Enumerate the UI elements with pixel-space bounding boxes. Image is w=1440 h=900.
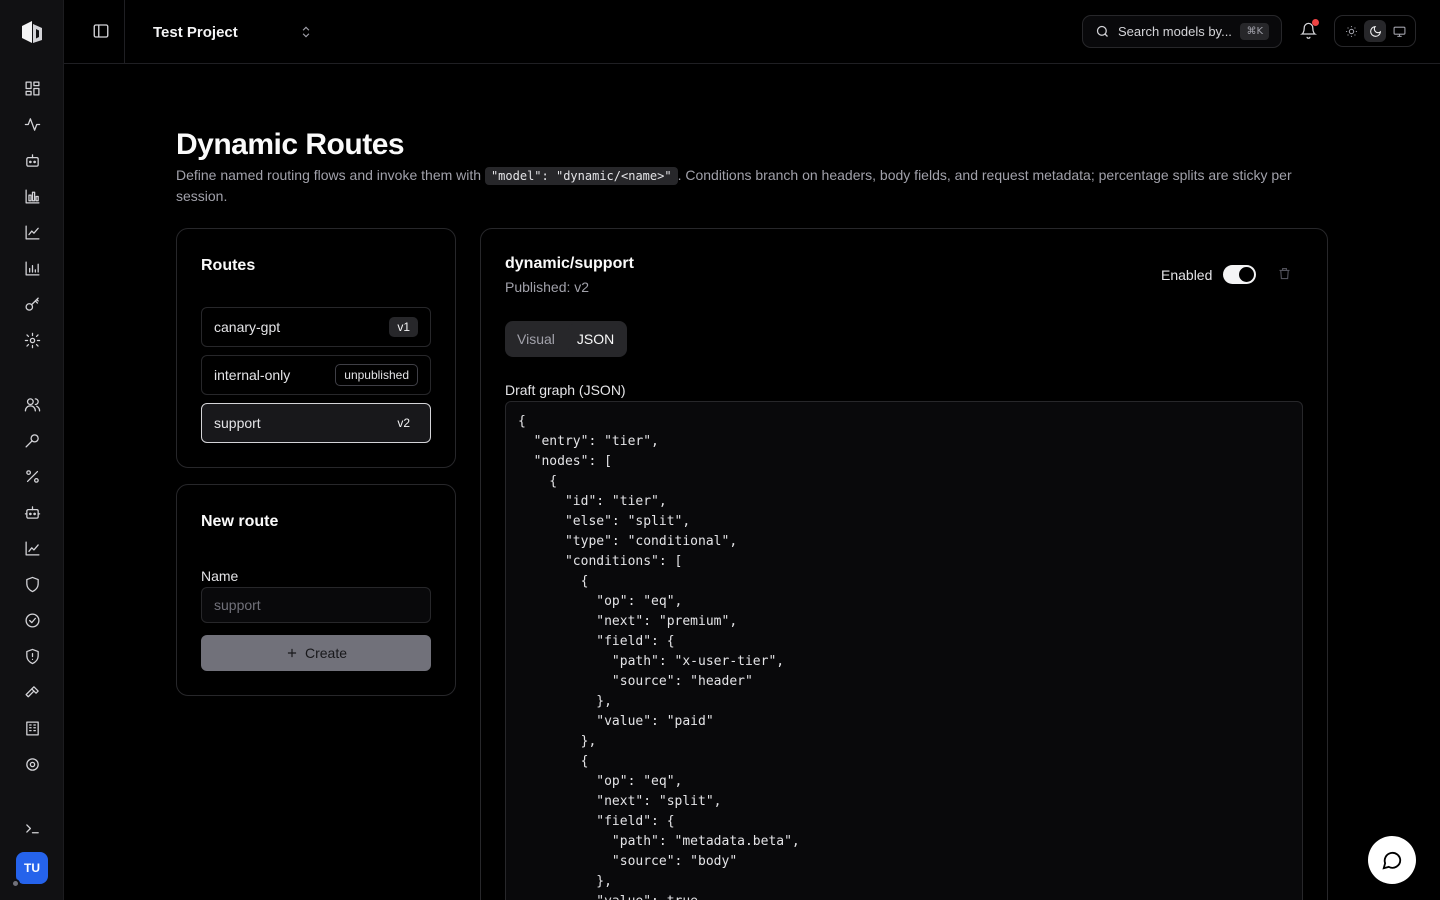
route-status-badge: unpublished <box>335 364 418 386</box>
route-version-badge: v2 <box>397 416 410 430</box>
toggle-knob <box>1239 267 1254 282</box>
topbar-divider <box>124 0 125 64</box>
chat-button[interactable] <box>1368 836 1416 884</box>
plus-icon <box>287 648 297 658</box>
page-title: Dynamic Routes <box>176 128 405 161</box>
hammer-icon[interactable] <box>22 682 42 702</box>
tab-json[interactable]: JSON <box>567 324 624 354</box>
project-switcher[interactable]: Test Project <box>153 20 313 44</box>
sun-icon <box>1345 25 1357 37</box>
route-name: internal-only <box>214 367 291 383</box>
enabled-label: Enabled <box>1161 267 1213 283</box>
building-icon[interactable] <box>22 718 42 738</box>
theme-dark-button[interactable] <box>1364 20 1386 42</box>
routes-card: Routes canary-gpt v1 internal-only unpub… <box>176 228 456 468</box>
tab-visual[interactable]: Visual <box>508 324 564 354</box>
column-chart-icon[interactable] <box>22 258 42 278</box>
route-name-input[interactable] <box>201 587 431 623</box>
route-name: canary-gpt <box>214 319 281 335</box>
terminal-icon[interactable] <box>22 818 42 838</box>
shield-alert-icon[interactable] <box>22 646 42 666</box>
trend-icon[interactable] <box>22 538 42 558</box>
theme-system-button[interactable] <box>1388 20 1410 42</box>
create-button[interactable]: Create <box>201 635 431 671</box>
desc-code: "model": "dynamic/<name>" <box>484 167 678 185</box>
notification-dot <box>1312 19 1319 26</box>
chevron-up-down-icon <box>302 26 310 38</box>
json-editor-content: { "entry": "tier", "nodes": [ { "id": "t… <box>518 414 800 900</box>
enabled-toggle[interactable] <box>1223 265 1256 284</box>
sidebar-toggle-icon[interactable] <box>92 22 112 42</box>
dashboard-icon[interactable] <box>22 78 42 98</box>
route-item-internal-only[interactable]: internal-only unpublished <box>201 355 431 395</box>
app-root: TU Test Project Search models by... ⌘K D… <box>0 0 1440 900</box>
left-rail: TU <box>0 0 64 900</box>
bar-chart-icon[interactable] <box>22 186 42 206</box>
routes-title: Routes <box>201 257 256 274</box>
editor-label: Draft graph (JSON) <box>505 382 626 398</box>
search-placeholder: Search models by... <box>1118 24 1232 39</box>
route-version-badge: v1 <box>389 317 418 337</box>
top-bar: Test Project Search models by... ⌘K <box>64 0 1440 64</box>
create-label: Create <box>304 645 348 661</box>
route-detail-card: dynamic/support Published: v2 Enabled Vi… <box>480 228 1328 900</box>
settings-icon[interactable] <box>22 330 42 350</box>
theme-light-button[interactable] <box>1340 20 1362 42</box>
moon-icon <box>1369 25 1381 37</box>
page-description: Define named routing flows and invoke th… <box>176 165 1306 206</box>
wrench-icon[interactable] <box>22 430 42 450</box>
project-name: Test Project <box>153 23 238 41</box>
route-name: support <box>214 415 261 431</box>
new-route-card: New route Name Create <box>176 484 456 696</box>
route-title: dynamic/support <box>505 255 634 272</box>
line-chart-icon[interactable] <box>22 222 42 242</box>
monitor-icon <box>1393 26 1405 37</box>
trash-icon <box>1279 267 1290 280</box>
robot-icon[interactable] <box>22 502 42 522</box>
json-editor[interactable]: { "entry": "tier", "nodes": [ { "id": "t… <box>505 401 1303 900</box>
shield-icon[interactable] <box>22 574 42 594</box>
desc-before: Define named routing flows and invoke th… <box>176 167 485 183</box>
percent-icon[interactable] <box>22 466 42 486</box>
view-tabs: Visual JSON <box>505 321 627 357</box>
published-version: Published: v2 <box>505 279 590 295</box>
status-dot <box>11 879 20 888</box>
route-item-support[interactable]: support v2 <box>201 403 431 443</box>
name-label: Name <box>201 568 239 584</box>
delete-route-button[interactable] <box>1277 266 1293 282</box>
chat-bubble-icon <box>1382 851 1402 870</box>
notifications-button[interactable] <box>1300 19 1320 42</box>
activity-icon[interactable] <box>22 114 42 134</box>
bot-icon[interactable] <box>22 150 42 170</box>
check-circle-icon[interactable] <box>22 610 42 630</box>
cog-icon[interactable] <box>22 754 42 774</box>
search-icon <box>1096 25 1108 37</box>
route-item-canary-gpt[interactable]: canary-gpt v1 <box>201 307 431 347</box>
theme-switcher <box>1334 15 1416 47</box>
new-route-title: New route <box>201 513 279 530</box>
users-icon[interactable] <box>22 394 42 414</box>
search-shortcut: ⌘K <box>1240 23 1269 40</box>
avatar[interactable]: TU <box>16 852 48 884</box>
app-logo-icon[interactable] <box>18 18 46 46</box>
key-icon[interactable] <box>22 294 42 314</box>
search-input[interactable]: Search models by... ⌘K <box>1082 15 1282 48</box>
